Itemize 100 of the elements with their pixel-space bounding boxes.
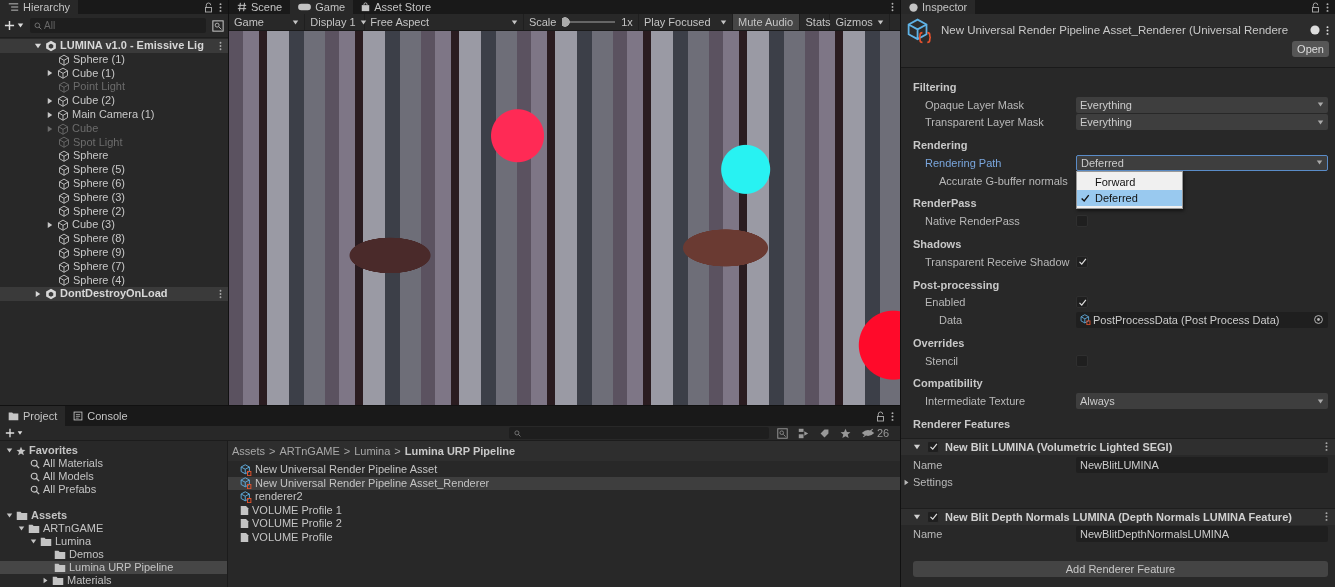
lock-icon[interactable] bbox=[1311, 1, 1320, 13]
more-options-icon[interactable] bbox=[1326, 1, 1329, 13]
checkbox[interactable] bbox=[1076, 255, 1088, 268]
scene-search-icon[interactable] bbox=[212, 19, 224, 32]
toolbar-dropdown[interactable]: Display 1 bbox=[305, 14, 366, 30]
more-options-icon[interactable] bbox=[1325, 441, 1328, 453]
cube-icon bbox=[57, 95, 69, 108]
toolbar-toggle[interactable]: Stats bbox=[800, 14, 831, 30]
view-tab[interactable]: Scene bbox=[229, 0, 291, 14]
scene-row[interactable]: DontDestroyOnLoad bbox=[0, 287, 228, 302]
more-options-icon[interactable] bbox=[1326, 25, 1329, 36]
panel-tab[interactable]: Project bbox=[0, 406, 66, 426]
hierarchy-item[interactable]: Main Camera (1) bbox=[0, 108, 228, 122]
hierarchy-item[interactable]: Sphere (1) bbox=[0, 52, 228, 67]
dropdown-field[interactable]: Deferred bbox=[1076, 155, 1328, 171]
hierarchy-tab[interactable]: Hierarchy bbox=[0, 0, 79, 14]
field-label: Name bbox=[913, 528, 944, 541]
inspector-tab[interactable]: Inspector bbox=[901, 0, 976, 14]
star-icon[interactable] bbox=[840, 427, 851, 439]
asset-item[interactable]: renderer2 bbox=[228, 490, 900, 504]
object-field[interactable]: PostProcessData (Post Process Data) bbox=[1076, 311, 1328, 328]
project-tree-item[interactable]: Lumina URP Pipeline bbox=[0, 561, 227, 574]
hierarchy-item[interactable]: Sphere (9) bbox=[0, 245, 228, 260]
breadcrumb-link[interactable]: Assets bbox=[232, 445, 265, 457]
field-label: Accurate G-buffer normals bbox=[938, 174, 1069, 187]
project-tree-item[interactable]: All Prefabs bbox=[0, 483, 227, 496]
hierarchy-item[interactable]: Sphere (6) bbox=[0, 176, 228, 191]
more-options-icon[interactable] bbox=[891, 410, 894, 422]
more-options-icon[interactable] bbox=[219, 289, 222, 300]
toolbar-dropdown[interactable]: Game bbox=[229, 14, 306, 30]
search-field[interactable] bbox=[509, 427, 769, 439]
dropdown-field[interactable]: Always bbox=[1076, 393, 1328, 410]
project-tree-item[interactable]: Favorites bbox=[0, 444, 227, 457]
view-tab[interactable]: Game bbox=[290, 0, 354, 14]
asset-item[interactable]: New Universal Render Pipeline Asset bbox=[228, 463, 900, 477]
help-icon[interactable] bbox=[1310, 25, 1320, 35]
asset-item[interactable]: VOLUME Profile 2 bbox=[228, 517, 900, 531]
search-options-icon[interactable] bbox=[777, 427, 788, 439]
toolbar-dropdown[interactable]: Gizmos bbox=[830, 14, 890, 30]
panel-tab[interactable]: Console bbox=[65, 406, 136, 426]
slider-thumb[interactable] bbox=[562, 17, 571, 27]
create-button[interactable] bbox=[5, 428, 23, 438]
menu-option[interactable]: Deferred bbox=[1077, 190, 1182, 207]
profile-file-icon bbox=[240, 531, 249, 543]
toolbar-dropdown[interactable]: Free Aspect bbox=[365, 14, 524, 30]
hidden-packages-toggle[interactable]: 26 bbox=[861, 427, 890, 439]
more-options-icon[interactable] bbox=[219, 40, 222, 51]
breadcrumb-link[interactable]: Lumina URP Pipeline bbox=[404, 445, 516, 457]
project-tree-item[interactable]: Demos bbox=[0, 548, 227, 561]
lock-icon[interactable] bbox=[204, 1, 213, 13]
search-field[interactable]: All bbox=[30, 18, 206, 33]
hierarchy-item[interactable]: Cube (3) bbox=[0, 218, 228, 233]
scene-row[interactable]: LUMINA v1.0 - Emissive Lig bbox=[0, 39, 228, 53]
more-options-icon[interactable] bbox=[891, 2, 894, 12]
label-icon[interactable] bbox=[819, 427, 830, 439]
lock-icon[interactable] bbox=[876, 410, 885, 422]
asset-item[interactable]: New Universal Render Pipeline Asset_Renderer bbox=[228, 476, 900, 490]
checkbox[interactable] bbox=[927, 440, 939, 453]
caret-icon bbox=[17, 430, 23, 436]
hierarchy-item[interactable]: Sphere (5) bbox=[0, 163, 228, 177]
menu-option[interactable]: Forward bbox=[1077, 174, 1182, 191]
foldout[interactable]: Settings bbox=[903, 473, 1328, 491]
hierarchy-item[interactable]: Sphere bbox=[0, 149, 228, 164]
hierarchy-item[interactable]: Cube (1) bbox=[0, 66, 228, 81]
renderer-asset-icon bbox=[907, 18, 933, 44]
text-field[interactable]: NewBlitLUMINA bbox=[1076, 456, 1328, 473]
slider-track[interactable] bbox=[562, 17, 616, 27]
project-tree-item[interactable]: All Models bbox=[0, 470, 227, 483]
project-tree-item[interactable]: ARTnGAME bbox=[0, 522, 227, 535]
breadcrumb-link[interactable]: Lumina bbox=[354, 445, 391, 457]
project-tree-item[interactable]: Assets bbox=[0, 509, 227, 522]
checkbox[interactable] bbox=[927, 510, 939, 523]
slider-label: Scale bbox=[528, 16, 557, 28]
hierarchy-item[interactable]: Sphere (7) bbox=[0, 259, 228, 274]
more-options-icon[interactable] bbox=[1325, 511, 1328, 523]
text-field[interactable]: NewBlitDepthNormalsLUMINA bbox=[1076, 526, 1328, 543]
hierarchy-item[interactable]: Cube (2) bbox=[0, 94, 228, 108]
more-options-icon[interactable] bbox=[219, 1, 222, 13]
pipeline-asset-icon bbox=[240, 463, 252, 476]
create-button[interactable] bbox=[4, 20, 24, 31]
hierarchy-item[interactable]: Sphere (2) bbox=[0, 204, 228, 219]
breadcrumb-separator: > bbox=[343, 445, 351, 457]
breadcrumb-link[interactable]: ARTnGAME bbox=[279, 445, 340, 457]
open-button[interactable]: Open bbox=[1292, 41, 1329, 57]
hierarchy-item[interactable]: Sphere (8) bbox=[0, 232, 228, 246]
add-renderer-feature-button[interactable]: Add Renderer Feature bbox=[913, 561, 1328, 578]
dropdown-field[interactable]: Everything bbox=[1076, 96, 1328, 113]
dropdown-field[interactable]: Everything bbox=[1076, 114, 1328, 131]
cube-icon bbox=[58, 260, 70, 273]
asset-item[interactable]: VOLUME Profile bbox=[228, 530, 900, 544]
asset-item[interactable]: VOLUME Profile 1 bbox=[228, 503, 900, 517]
project-tree-item[interactable]: All Materials bbox=[0, 457, 227, 470]
project-tree-item[interactable]: Lumina bbox=[0, 535, 227, 548]
project-tree-item[interactable]: Materials bbox=[0, 574, 227, 587]
view-tab[interactable]: Asset Store bbox=[353, 0, 440, 14]
checkbox[interactable] bbox=[1076, 296, 1088, 309]
hierarchy-item[interactable]: Sphere (4) bbox=[0, 273, 228, 288]
toolbar-toggle[interactable]: Mute Audio bbox=[733, 14, 801, 30]
hierarchy-item[interactable]: Sphere (3) bbox=[0, 190, 228, 205]
filter-by-type-icon[interactable] bbox=[798, 427, 809, 439]
